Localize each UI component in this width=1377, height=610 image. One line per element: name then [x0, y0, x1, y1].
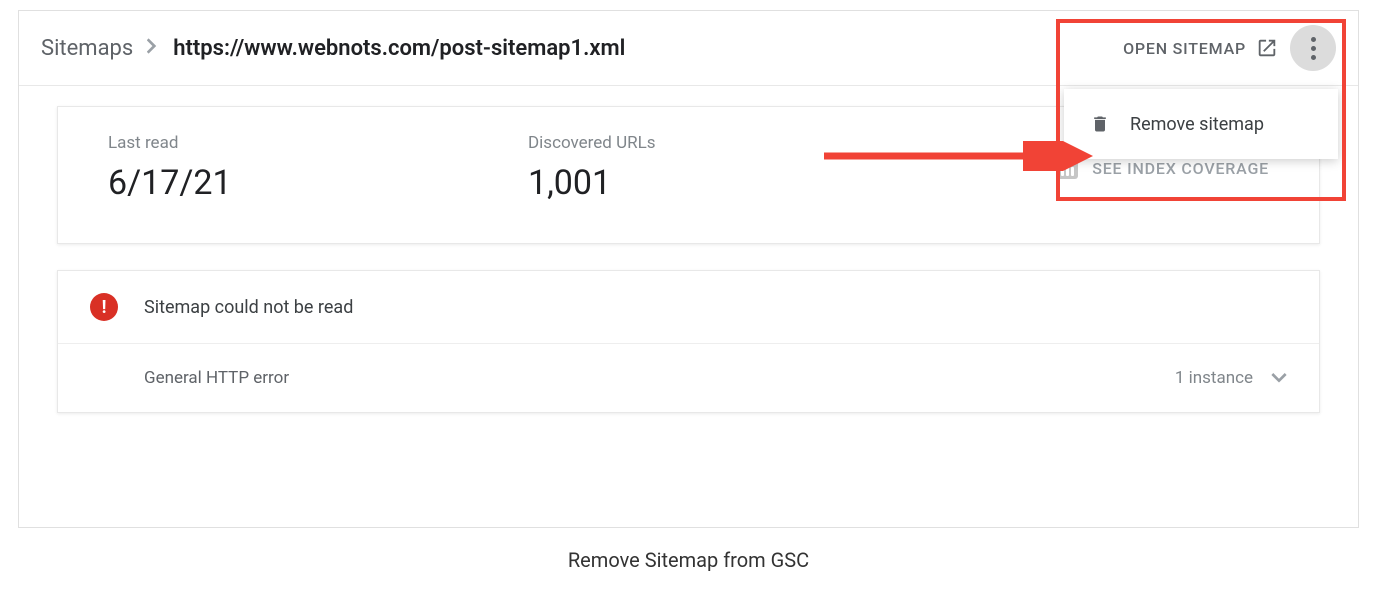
- see-index-coverage-link[interactable]: SEE INDEX COVERAGE: [1056, 157, 1269, 179]
- more-vertical-icon: [1311, 37, 1316, 60]
- bar-chart-icon: [1056, 157, 1078, 179]
- image-caption: Remove Sitemap from GSC: [0, 548, 1377, 572]
- external-link-icon: [1256, 37, 1278, 59]
- remove-sitemap-menu-item[interactable]: Remove sitemap: [1064, 97, 1338, 151]
- chevron-down-icon: [1271, 370, 1287, 386]
- breadcrumb-root[interactable]: Sitemaps: [41, 36, 133, 61]
- more-options-button[interactable]: [1290, 25, 1336, 71]
- main-panel: Sitemaps https://www.webnots.com/post-si…: [18, 10, 1359, 528]
- error-detail-text: General HTTP error: [144, 368, 289, 388]
- open-sitemap-label: OPEN SITEMAP: [1123, 39, 1246, 58]
- header-actions: OPEN SITEMAP: [1123, 25, 1336, 71]
- last-read-label: Last read: [108, 133, 528, 153]
- breadcrumb-current: https://www.webnots.com/post-sitemap1.xm…: [173, 36, 625, 61]
- discovered-urls-value: 1,001: [528, 163, 656, 203]
- page-header: Sitemaps https://www.webnots.com/post-si…: [19, 11, 1358, 86]
- error-title: Sitemap could not be read: [144, 297, 353, 318]
- trash-icon: [1090, 113, 1110, 135]
- remove-sitemap-label: Remove sitemap: [1130, 114, 1264, 135]
- stat-last-read: Last read 6/17/21: [108, 133, 528, 203]
- error-card: ! Sitemap could not be read General HTTP…: [57, 270, 1320, 413]
- chevron-right-icon: [147, 38, 159, 59]
- error-detail-row[interactable]: General HTTP error 1 instance: [58, 344, 1319, 412]
- open-sitemap-button[interactable]: OPEN SITEMAP: [1123, 37, 1278, 59]
- last-read-value: 6/17/21: [108, 163, 528, 203]
- stat-discovered-urls: Discovered URLs 1,001: [528, 133, 656, 203]
- error-icon: !: [90, 293, 118, 321]
- error-instance-count: 1 instance: [1175, 368, 1253, 388]
- error-header: ! Sitemap could not be read: [58, 271, 1319, 344]
- more-options-dropdown: Remove sitemap: [1064, 89, 1338, 159]
- discovered-urls-label: Discovered URLs: [528, 133, 656, 153]
- coverage-label: SEE INDEX COVERAGE: [1092, 159, 1269, 178]
